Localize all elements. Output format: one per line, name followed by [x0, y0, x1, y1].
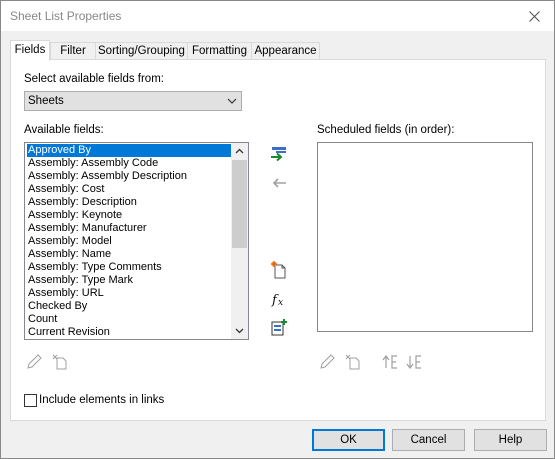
list-item[interactable]: Assembly: Manufacturer: [27, 222, 147, 235]
edit-parameter-icon: [27, 354, 42, 369]
list-item[interactable]: Assembly: Keynote: [27, 209, 122, 222]
tab-filter-label: Filter: [60, 45, 86, 57]
list-item[interactable]: Assembly: Assembly Description: [27, 170, 187, 183]
scroll-up-button[interactable]: [231, 143, 248, 160]
available-fields-scrollbar[interactable]: [231, 143, 248, 339]
tab-fields-label: Fields: [14, 44, 46, 56]
move-down-button[interactable]: [405, 352, 425, 372]
tab-formatting[interactable]: Formatting: [187, 42, 252, 60]
select-from-value: Sheets: [28, 95, 64, 107]
list-item[interactable]: Assembly: URL: [27, 287, 104, 300]
dialog-title: Sheet List Properties: [10, 9, 122, 23]
move-up-icon: [382, 355, 397, 369]
list-item[interactable]: Assembly: Type Mark: [27, 274, 133, 287]
list-item[interactable]: Assembly: Assembly Code: [27, 157, 158, 170]
calculated-value-button[interactable]: f x: [269, 289, 289, 309]
help-button[interactable]: Help: [474, 429, 547, 451]
combine-parameters-icon: [271, 319, 287, 336]
title-bar: Sheet List Properties: [1, 1, 554, 31]
tab-appearance[interactable]: Appearance: [251, 42, 320, 60]
cancel-button[interactable]: Cancel: [392, 429, 465, 451]
edit-parameter-button[interactable]: [24, 352, 44, 372]
calculated-value-icon: f x: [271, 293, 283, 307]
tab-sorting-grouping-label: Sorting/Grouping: [98, 45, 185, 57]
tab-filter[interactable]: Filter: [50, 42, 96, 60]
list-item[interactable]: Checked By: [27, 300, 87, 313]
list-item[interactable]: Assembly: Type Comments: [27, 261, 162, 274]
list-item[interactable]: Assembly: Model: [27, 235, 112, 248]
tab-appearance-label: Appearance: [254, 45, 317, 57]
tab-formatting-label: Formatting: [192, 45, 247, 57]
list-item[interactable]: Current Revision: [27, 326, 110, 339]
chevron-down-icon: [226, 95, 238, 110]
scroll-thumb[interactable]: [232, 160, 247, 248]
close-icon: [528, 10, 540, 22]
select-from-label: Select available fields from:: [24, 73, 164, 85]
edit-scheduled-parameter-button[interactable]: [317, 352, 337, 372]
delete-parameter-button[interactable]: [50, 352, 70, 372]
chevron-down-icon: [235, 328, 244, 334]
select-from-dropdown[interactable]: Sheets: [24, 91, 242, 111]
delete-parameter-icon: [52, 354, 67, 370]
tab-sorting-grouping[interactable]: Sorting/Grouping: [95, 42, 188, 60]
move-up-button[interactable]: [381, 352, 401, 372]
close-button[interactable]: [514, 1, 554, 31]
edit-parameter-icon: [320, 354, 335, 369]
sheet-list-properties-dialog: Sheet List Properties Fields Filter Sort…: [0, 0, 555, 459]
chevron-up-icon: [235, 148, 244, 154]
svg-text:x: x: [278, 298, 283, 307]
combine-parameters-button[interactable]: [269, 317, 289, 337]
delete-parameter-icon: [345, 354, 360, 370]
remove-parameter-button[interactable]: [269, 173, 289, 193]
ok-button[interactable]: OK: [312, 429, 385, 451]
include-links-label: Include elements in links: [39, 394, 165, 406]
new-parameter-icon: [271, 261, 286, 279]
list-item[interactable]: Approved By: [27, 144, 231, 157]
new-parameter-button[interactable]: [269, 260, 289, 280]
list-item[interactable]: Assembly: Description: [27, 196, 137, 209]
include-links-checkbox[interactable]: [24, 394, 37, 407]
delete-scheduled-parameter-button[interactable]: [343, 352, 363, 372]
list-item[interactable]: Count: [27, 313, 57, 326]
fields-panel: Select available fields from: Sheets Ava…: [10, 59, 546, 421]
scheduled-fields-label: Scheduled fields (in order):: [317, 124, 455, 136]
list-item[interactable]: Assembly: Name: [27, 248, 111, 261]
available-fields-label: Available fields:: [24, 124, 104, 136]
move-down-icon: [406, 355, 421, 369]
scheduled-fields-list[interactable]: [317, 142, 533, 332]
add-parameter-arrow-icon: [271, 147, 286, 162]
tab-fields[interactable]: Fields: [10, 40, 50, 61]
available-fields-list[interactable]: Approved By Assembly: Assembly Code Asse…: [24, 142, 249, 340]
list-item[interactable]: Assembly: Cost: [27, 183, 104, 196]
add-parameter-button[interactable]: [269, 144, 289, 164]
remove-parameter-arrow-icon: [272, 178, 286, 188]
scroll-down-button[interactable]: [231, 322, 248, 339]
